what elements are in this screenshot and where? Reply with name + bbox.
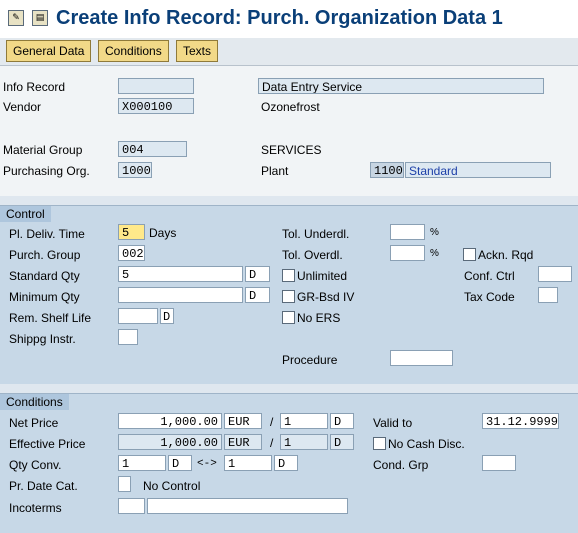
tol-underdl-field[interactable]: [390, 224, 425, 240]
qty-conv-to-unit[interactable]: D: [274, 455, 298, 471]
tab-conditions[interactable]: Conditions: [98, 40, 169, 62]
valid-to-label: Valid to: [373, 416, 413, 430]
tol-overdl-percent: %: [430, 248, 439, 259]
net-price-label: Net Price: [9, 416, 59, 430]
shippg-instr-field[interactable]: [118, 329, 138, 345]
incoterms-label: Incoterms: [9, 501, 62, 515]
pr-date-cat-field[interactable]: [118, 476, 131, 492]
net-price-per[interactable]: 1: [280, 413, 328, 429]
minimum-qty-field[interactable]: [118, 287, 243, 303]
procedure-label: Procedure: [282, 353, 338, 367]
material-group-field[interactable]: 004: [118, 141, 187, 157]
info-record-label: Info Record: [3, 80, 66, 94]
days-label: Days: [149, 226, 177, 240]
shippg-instr-label: Shippg Instr.: [9, 332, 76, 346]
tab-general-data[interactable]: General Data: [6, 40, 92, 62]
unlimited-checkbox[interactable]: [282, 269, 295, 282]
no-ers-label: No ERS: [297, 311, 341, 325]
pr-date-cat-text: No Control: [143, 479, 201, 493]
rem-shelf-life-field[interactable]: [118, 308, 158, 324]
purch-org-label: Purchasing Org.: [3, 164, 90, 178]
purch-org-field[interactable]: 1000: [118, 162, 152, 178]
qty-conv-from[interactable]: 1: [118, 455, 166, 471]
qty-conv-arrow: <->: [197, 458, 217, 470]
tax-code-field[interactable]: [538, 287, 558, 303]
net-price-currency[interactable]: EUR: [224, 413, 262, 429]
cond-grp-field[interactable]: [482, 455, 516, 471]
incoterms-field[interactable]: [118, 498, 145, 514]
purch-group-label: Purch. Group: [9, 248, 81, 262]
vendor-name: Ozonefrost: [261, 100, 320, 114]
vendor-label: Vendor: [3, 100, 42, 114]
cond-grp-label: Cond. Grp: [373, 458, 429, 472]
control-group-title: Control: [0, 206, 51, 222]
effective-price-per: 1: [280, 434, 328, 450]
plant-name: Standard: [405, 162, 551, 178]
tax-code-label: Tax Code: [464, 290, 515, 304]
valid-to-field[interactable]: 31.12.9999: [482, 413, 559, 429]
net-price-field[interactable]: 1,000.00: [118, 413, 222, 429]
tab-texts[interactable]: Texts: [176, 40, 219, 62]
incoterms-text-field[interactable]: [147, 498, 348, 514]
material-group-label: Material Group: [3, 143, 83, 157]
info-record-text: Data Entry Service: [258, 78, 544, 94]
purch-group-field[interactable]: 002: [118, 245, 145, 261]
minimum-qty-label: Minimum Qty: [9, 290, 80, 304]
material-group-text: SERVICES: [261, 143, 322, 157]
qty-conv-from-unit[interactable]: D: [168, 455, 192, 471]
qty-conv-to[interactable]: 1: [224, 455, 272, 471]
qty-conv-label: Qty Conv.: [9, 458, 62, 472]
rem-shelf-life-label: Rem. Shelf Life: [9, 311, 92, 325]
info-record-field[interactable]: [118, 78, 194, 94]
pl-deliv-time-field[interactable]: 5: [118, 224, 145, 240]
display-change-icon[interactable]: ✎: [8, 10, 24, 26]
gr-bsd-iv-label: GR-Bsd IV: [297, 290, 355, 304]
ackn-rqd-label: Ackn. Rqd: [478, 248, 534, 262]
plant-field[interactable]: 1100: [370, 162, 404, 178]
conditions-group-title: Conditions: [0, 394, 69, 410]
gr-bsd-iv-checkbox[interactable]: [282, 290, 295, 303]
standard-qty-unit[interactable]: D: [245, 266, 270, 282]
effective-price-unit: D: [330, 434, 354, 450]
unlimited-label: Unlimited: [297, 269, 348, 283]
net-price-unit[interactable]: D: [330, 413, 354, 429]
pl-deliv-time-label: Pl. Deliv. Time: [9, 227, 85, 241]
procedure-field[interactable]: [390, 350, 453, 366]
tol-underdl-label: Tol. Underdl.: [282, 227, 350, 241]
plant-label: Plant: [261, 164, 289, 178]
effective-price-currency: EUR: [224, 434, 262, 450]
net-price-slash: /: [270, 415, 274, 429]
minimum-qty-unit[interactable]: D: [245, 287, 270, 303]
standard-qty-label: Standard Qty: [9, 269, 80, 283]
rem-shelf-life-unit[interactable]: D: [160, 308, 174, 324]
effective-price-field: 1,000.00: [118, 434, 222, 450]
ackn-rqd-checkbox[interactable]: [463, 248, 476, 261]
no-cash-disc-label: No Cash Disc.: [388, 437, 465, 451]
tol-underdl-percent: %: [430, 227, 439, 238]
vendor-field[interactable]: X000100: [118, 98, 194, 114]
document-icon[interactable]: ▤: [32, 10, 48, 26]
tol-overdl-label: Tol. Overdl.: [282, 248, 343, 262]
conf-ctrl-label: Conf. Ctrl: [464, 269, 515, 283]
no-cash-disc-checkbox[interactable]: [373, 437, 386, 450]
effective-price-label: Effective Price: [9, 437, 86, 451]
standard-qty-field[interactable]: 5: [118, 266, 243, 282]
conf-ctrl-field[interactable]: [538, 266, 572, 282]
effective-price-slash: /: [270, 436, 274, 450]
page-title: Create Info Record: Purch. Organization …: [56, 7, 503, 29]
pr-date-cat-label: Pr. Date Cat.: [9, 479, 78, 493]
tol-overdl-field[interactable]: [390, 245, 425, 261]
no-ers-checkbox[interactable]: [282, 311, 295, 324]
